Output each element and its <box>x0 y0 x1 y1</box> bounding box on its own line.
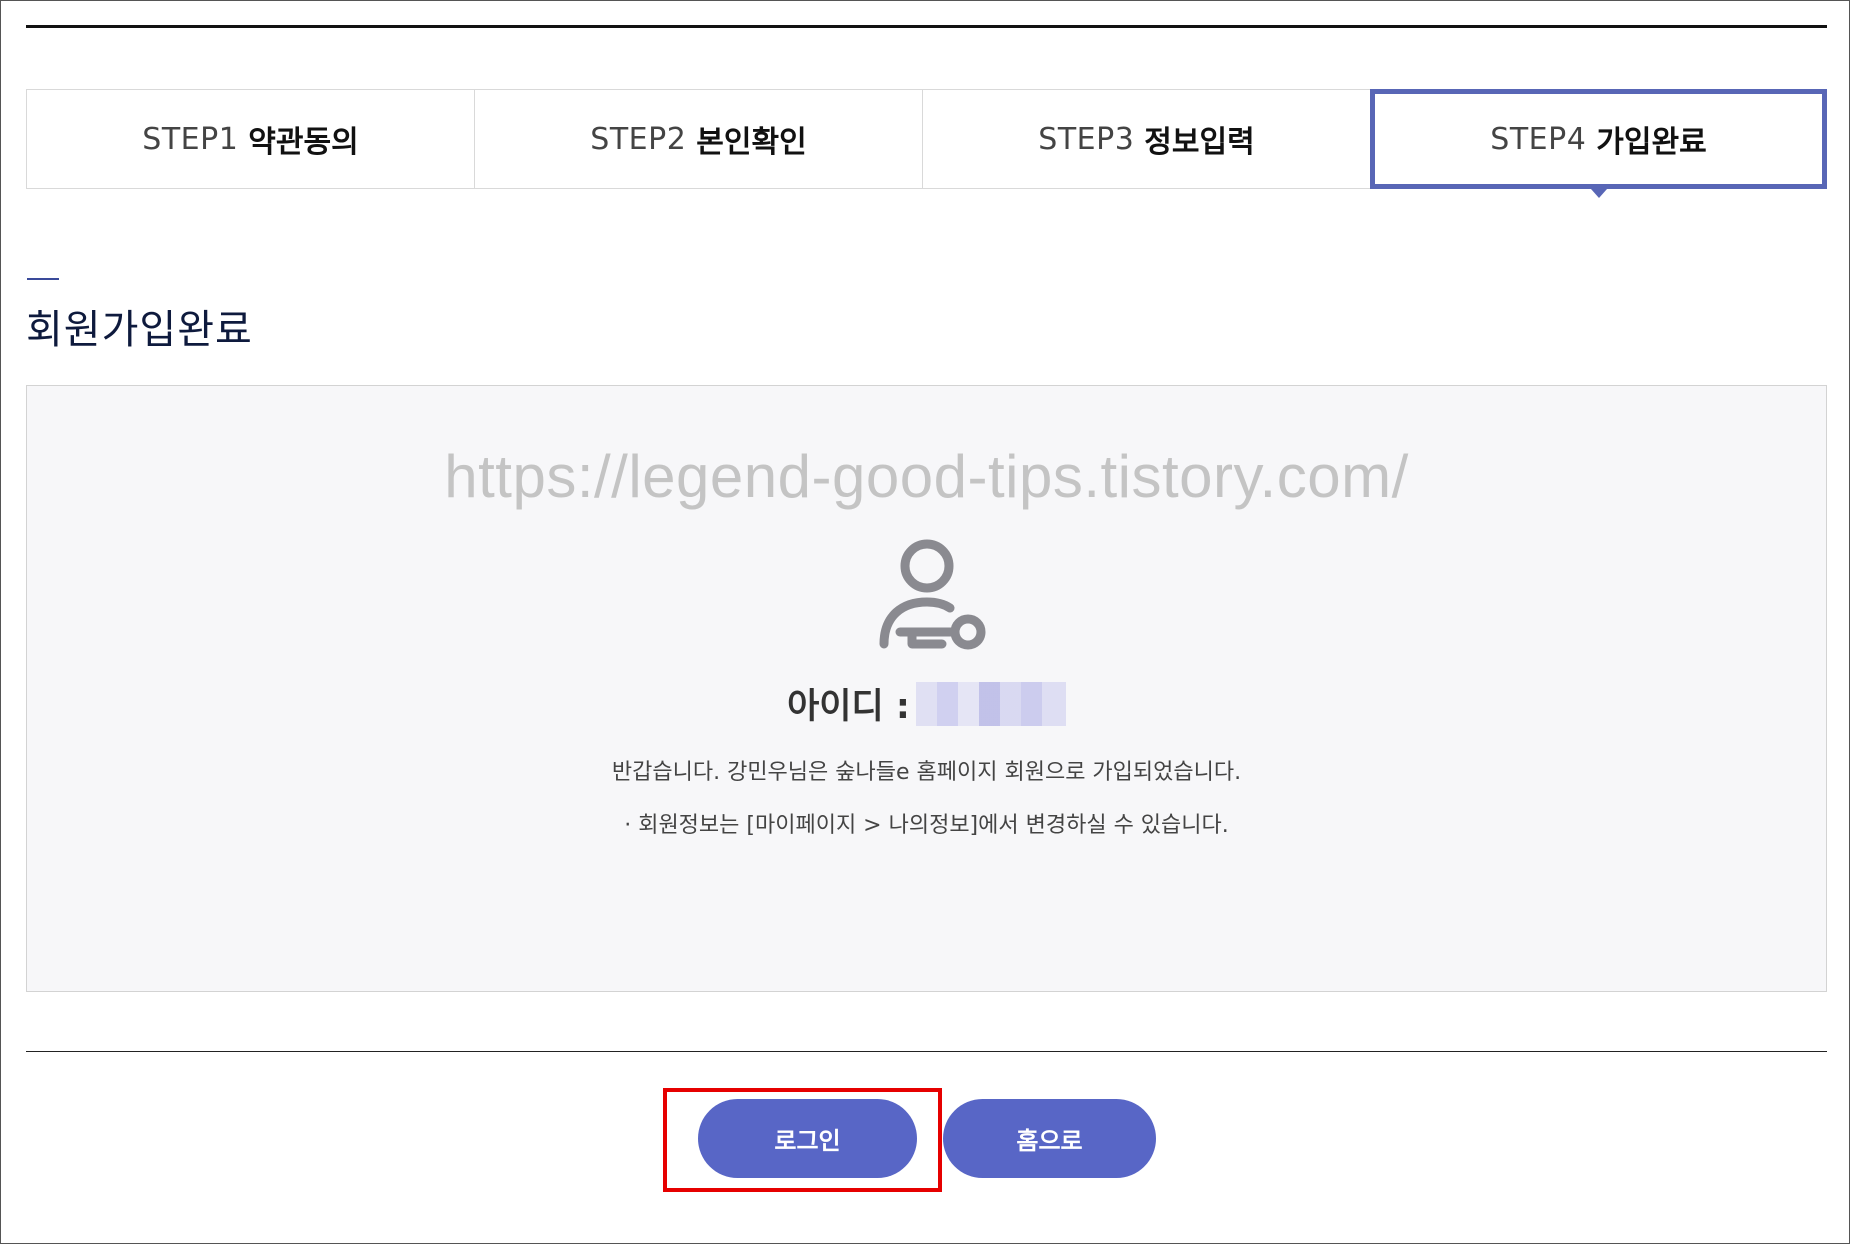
step-2: STEP2 본인확인 <box>474 89 922 189</box>
step-label: STEP3 <box>1038 121 1135 157</box>
top-divider <box>26 25 1827 28</box>
step-4-active: STEP4 가입완료 <box>1370 89 1827 198</box>
step-label: STEP1 <box>142 121 239 157</box>
bottom-divider <box>26 1051 1827 1052</box>
active-step-pointer <box>1590 189 1607 198</box>
title-accent-mark <box>27 278 59 280</box>
home-button[interactable]: 홈으로 <box>943 1099 1156 1178</box>
step-label: STEP2 <box>590 121 687 157</box>
step-name: 가입완료 <box>1596 125 1707 160</box>
id-value-blurred <box>915 681 1066 726</box>
signup-complete-panel: https://legend-good-tips.tistory.com/ 아이… <box>26 385 1827 992</box>
id-label: 아이디 : <box>787 687 910 727</box>
page-title: 회원가입완료 <box>26 307 253 353</box>
watermark-text: https://legend-good-tips.tistory.com/ <box>444 443 1409 510</box>
user-id-line: 아이디 : <box>27 678 1826 729</box>
step-name: 본인확인 <box>696 125 807 160</box>
user-key-icon <box>879 539 986 650</box>
signup-steps: STEP1 약관동의 STEP2 본인확인 STEP3 정보입력 STEP4 가… <box>26 89 1827 198</box>
step-label: STEP4 <box>1490 121 1587 157</box>
welcome-message: 반갑습니다. 강민우님은 숲나들e 홈페이지 회원으로 가입되었습니다. <box>611 760 1242 785</box>
step-1: STEP1 약관동의 <box>26 89 474 189</box>
step-name: 정보입력 <box>1144 125 1255 160</box>
step-name: 약관동의 <box>248 125 359 160</box>
info-message: · 회원정보는 [마이페이지 > 나의정보]에서 변경하실 수 있습니다. <box>624 813 1229 838</box>
login-highlight-box <box>663 1088 942 1192</box>
step-3: STEP3 정보입력 <box>922 89 1370 189</box>
